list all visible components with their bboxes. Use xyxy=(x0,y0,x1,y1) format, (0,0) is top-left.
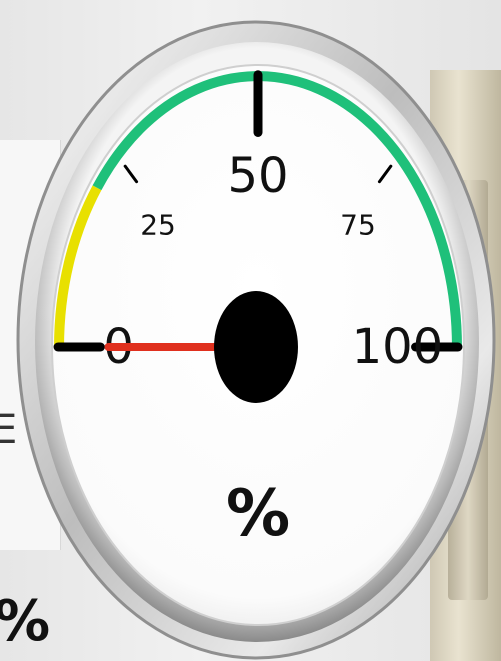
gauge-tick-label-100: 100 xyxy=(352,319,444,375)
gauge-tick-label-75: 75 xyxy=(340,208,376,241)
gauge-needle-hub xyxy=(214,291,298,403)
gauge-tick-label-25: 25 xyxy=(140,208,176,241)
percentage-gauge: 0255075100 % xyxy=(16,20,496,660)
gauge-unit-label: % xyxy=(226,477,290,551)
gauge-tick-label-50: 50 xyxy=(227,148,288,204)
